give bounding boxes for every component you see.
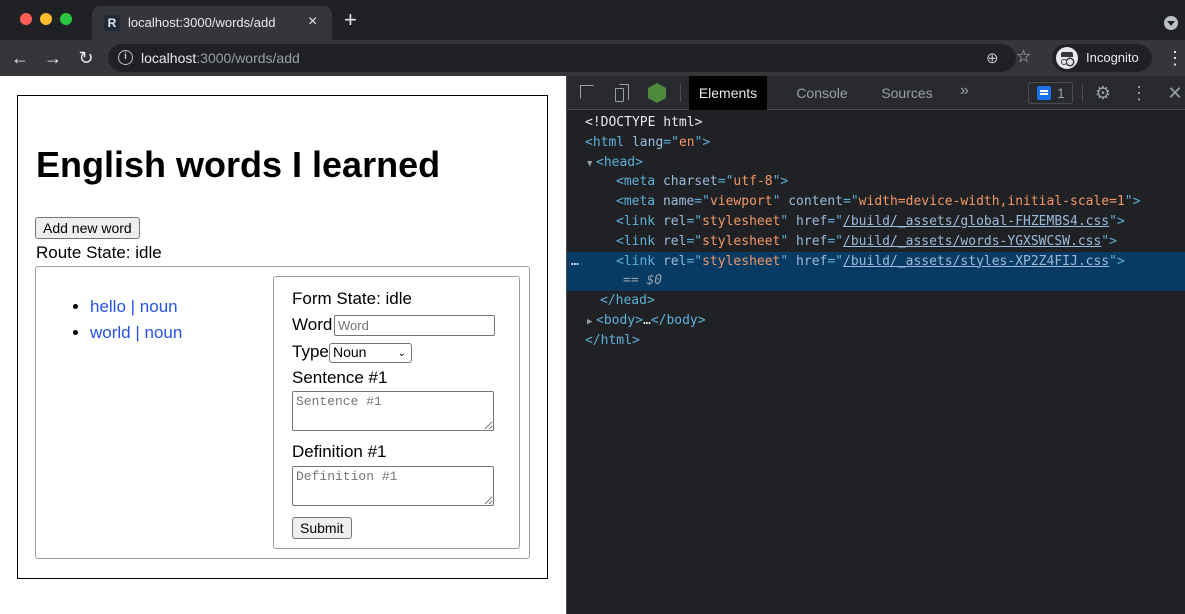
page-title: English words I learned bbox=[36, 144, 441, 185]
submit-button[interactable]: Submit bbox=[292, 517, 352, 539]
stylesheet-link[interactable]: /build/_assets/global-FHZEMBS4.css bbox=[843, 214, 1109, 229]
forward-button[interactable]: → bbox=[41, 46, 65, 70]
dom-node-link-selected[interactable]: … <link rel="stylesheet" href="/build/_a… bbox=[567, 251, 1185, 272]
devtools-close-icon[interactable]: ✕ bbox=[1165, 83, 1185, 103]
type-selected-value: Noun bbox=[333, 344, 367, 360]
sentence-label: Sentence #1 bbox=[292, 368, 388, 387]
toolbar-divider bbox=[1082, 84, 1083, 102]
form-state: Form State: idle bbox=[292, 289, 412, 308]
issues-message-icon bbox=[1037, 86, 1051, 100]
type-label: Type bbox=[292, 342, 329, 361]
address-bar[interactable]: i localhost:3000/words/add ⊕ ☆ bbox=[108, 44, 1031, 72]
word-list: hello | noun world | noun bbox=[66, 294, 182, 346]
word-link[interactable]: world | noun bbox=[90, 323, 182, 342]
site-info-icon[interactable]: i bbox=[118, 50, 133, 65]
more-tabs-icon[interactable]: » bbox=[960, 82, 969, 100]
toolbar-divider bbox=[680, 84, 681, 102]
devtools-panel: Elements Console Sources » 1 ⚙ ⋮ ✕ <!DOC… bbox=[566, 76, 1185, 614]
word-link[interactable]: hello | noun bbox=[90, 297, 178, 316]
add-word-form: Form State: idle Word Type Noun ⌄ Senten… bbox=[273, 276, 520, 549]
new-tab-button[interactable]: + bbox=[344, 9, 357, 31]
page-viewport: English words I learned Add new word Rou… bbox=[0, 76, 566, 614]
stylesheet-link[interactable]: /build/_assets/words-YGXSWCSW.css bbox=[843, 234, 1101, 249]
device-toolbar-icon[interactable] bbox=[611, 83, 631, 103]
dom-node-meta-charset[interactable]: <meta charset="utf-8"> bbox=[567, 172, 1185, 192]
dom-node-link[interactable]: <link rel="stylesheet" href="/build/_ass… bbox=[567, 232, 1185, 252]
window-maximize-button[interactable] bbox=[60, 13, 72, 25]
issues-count: 1 bbox=[1057, 85, 1065, 101]
remix-favicon-icon: R bbox=[104, 15, 120, 31]
route-state: Route State: idle bbox=[36, 243, 162, 262]
devtools-menu-icon[interactable]: ⋮ bbox=[1129, 83, 1149, 103]
type-select[interactable]: Noun ⌄ bbox=[329, 343, 412, 363]
browser-tab[interactable]: R localhost:3000/words/add × bbox=[92, 6, 332, 40]
definition-textarea[interactable] bbox=[292, 466, 494, 506]
extension-icon[interactable] bbox=[647, 83, 667, 103]
reload-button[interactable]: ↻ bbox=[74, 46, 98, 70]
sentence-textarea[interactable] bbox=[292, 391, 494, 431]
inspect-element-icon[interactable] bbox=[578, 83, 598, 103]
issues-button[interactable]: 1 bbox=[1028, 82, 1073, 104]
incognito-icon bbox=[1056, 47, 1078, 69]
definition-label: Definition #1 bbox=[292, 442, 387, 461]
dom-node-doctype[interactable]: <!DOCTYPE html> bbox=[567, 113, 1185, 133]
url-text[interactable]: localhost:3000/words/add bbox=[141, 50, 300, 66]
tab-close-icon[interactable]: × bbox=[308, 13, 317, 31]
zoom-icon[interactable]: ⊕ bbox=[986, 49, 999, 67]
dom-node-head-close[interactable]: </head> bbox=[567, 291, 1185, 311]
incognito-button[interactable]: Incognito bbox=[1052, 44, 1152, 72]
tab-search-icon[interactable] bbox=[1164, 16, 1178, 30]
tab-sources[interactable]: Sources bbox=[869, 76, 945, 110]
tab-elements[interactable]: Elements bbox=[689, 76, 767, 110]
tab-console[interactable]: Console bbox=[781, 76, 863, 110]
url-host: localhost bbox=[141, 50, 197, 66]
back-button[interactable]: ← bbox=[8, 46, 32, 70]
add-new-word-button[interactable]: Add new word bbox=[35, 217, 140, 239]
window-close-button[interactable] bbox=[20, 13, 32, 25]
browser-menu-icon[interactable]: ⋮ bbox=[1166, 46, 1184, 70]
window-minimize-button[interactable] bbox=[40, 13, 52, 25]
dom-tree: <!DOCTYPE html> <html lang="en"> ▼ <head>… bbox=[567, 113, 1185, 351]
settings-gear-icon[interactable]: ⚙ bbox=[1093, 83, 1113, 103]
app-container: English words I learned Add new word Rou… bbox=[17, 95, 548, 579]
selected-node-marker: == $0 bbox=[567, 271, 1185, 292]
dom-node-head[interactable]: ▼ <head> bbox=[567, 153, 1185, 173]
dom-node-meta-viewport[interactable]: <meta name="viewport" content="width=dev… bbox=[567, 192, 1185, 212]
bookmark-star-icon[interactable]: ☆ bbox=[1016, 47, 1031, 67]
dom-node-html[interactable]: <html lang="en"> bbox=[567, 133, 1185, 153]
devtools-toolbar: Elements Console Sources » 1 ⚙ ⋮ ✕ bbox=[567, 76, 1185, 110]
words-panel: hello | noun world | noun Form State: id… bbox=[35, 266, 530, 559]
tab-title: localhost:3000/words/add bbox=[128, 15, 276, 30]
url-path: :3000/words/add bbox=[196, 50, 300, 66]
tab-bar: R localhost:3000/words/add × + bbox=[0, 0, 1185, 40]
chevron-down-icon: ⌄ bbox=[397, 348, 406, 359]
list-item: world | noun bbox=[90, 320, 182, 346]
incognito-label: Incognito bbox=[1086, 50, 1139, 65]
word-input[interactable] bbox=[334, 315, 495, 336]
browser-toolbar: ← → ↻ i localhost:3000/words/add ⊕ ☆ Inc… bbox=[0, 40, 1185, 76]
more-options-icon[interactable]: … bbox=[571, 252, 579, 272]
word-label: Word bbox=[292, 315, 333, 334]
dom-node-body[interactable]: ▶ <body>…</body> bbox=[567, 311, 1185, 331]
stylesheet-link[interactable]: /build/_assets/styles-XP2Z4FIJ.css bbox=[843, 254, 1109, 269]
dom-node-html-close[interactable]: </html> bbox=[567, 331, 1185, 351]
dom-node-link[interactable]: <link rel="stylesheet" href="/build/_ass… bbox=[567, 212, 1185, 232]
list-item: hello | noun bbox=[90, 294, 182, 320]
